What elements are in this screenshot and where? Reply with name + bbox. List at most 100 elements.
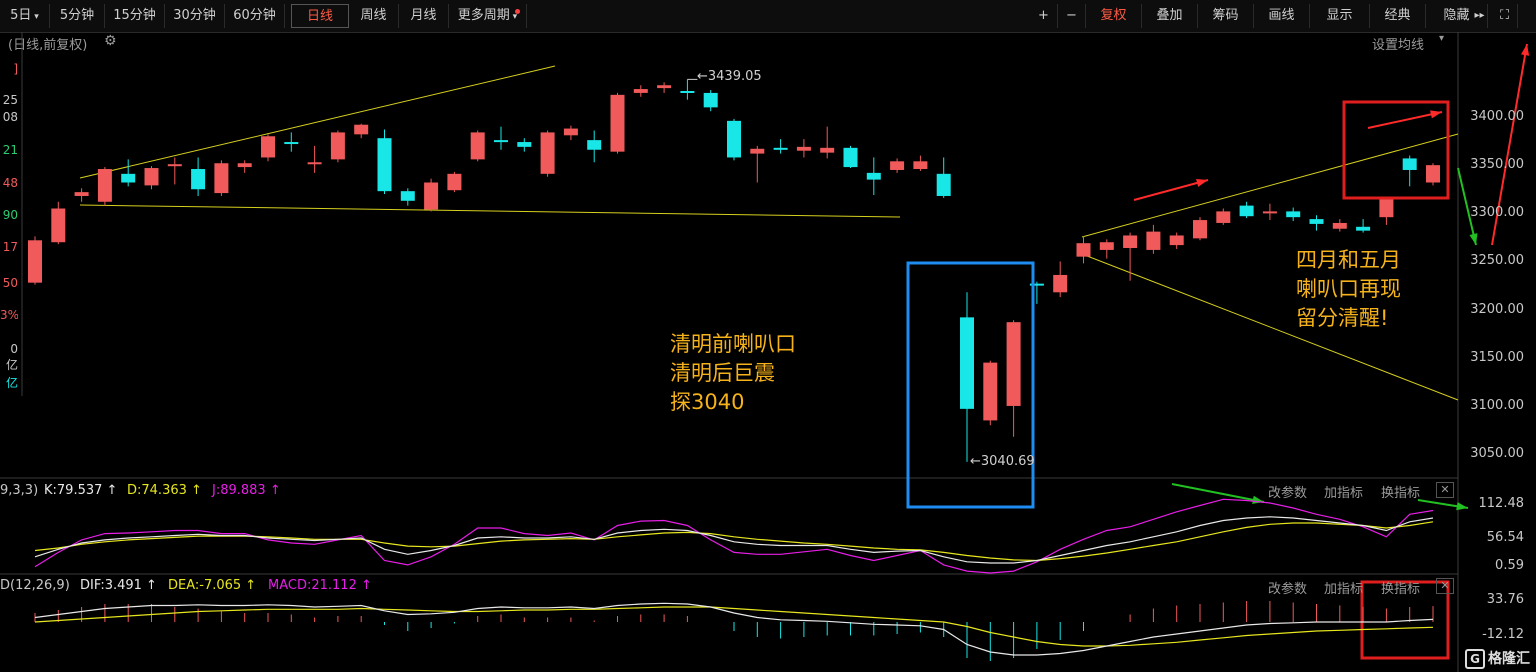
kdj-j: J:89.883 ↑: [212, 483, 281, 498]
candle-body: [1262, 211, 1277, 214]
candle-body: [51, 208, 66, 243]
candle-body: [167, 164, 182, 167]
candle-body: [727, 120, 741, 158]
candle-body: [400, 191, 415, 201]
y-axis-label: 3350.00: [1470, 157, 1524, 173]
kdj-axis-3: 0.59: [1495, 558, 1524, 573]
red-arrow-icon: [1133, 179, 1209, 201]
candle-body: [1402, 158, 1417, 170]
candle-body: [237, 163, 252, 168]
candle-body: [284, 142, 299, 145]
macd-switch-indicator-button[interactable]: 换指标: [1381, 578, 1420, 597]
candle-body: [494, 140, 508, 143]
y-axis-label: 3100.00: [1470, 397, 1524, 413]
kdj-k-line: [34, 516, 1434, 564]
candle-body: [983, 362, 998, 421]
candle-body: [1426, 165, 1440, 183]
candle-body: [913, 161, 928, 170]
candle-body: [517, 142, 532, 147]
candle-body: [936, 173, 951, 196]
candle-body: [1169, 235, 1184, 246]
candle-body: [330, 132, 345, 160]
macd-dif: DIF:3.491 ↑: [80, 578, 157, 593]
candle-body: [1123, 235, 1138, 248]
kdj-title: 9,3,3): [0, 483, 39, 498]
macd-value: MACD:21.112 ↑: [268, 578, 372, 593]
note-left-line-2: 清明后巨震: [670, 361, 775, 385]
red-arrow-icon-head: [1196, 178, 1208, 187]
candle-body: [843, 147, 858, 168]
candle-body: [1332, 222, 1347, 229]
candle-body: [307, 162, 322, 165]
macd-title: D(12,26,9): [0, 578, 70, 593]
candle-body: [1006, 322, 1021, 406]
brand-logo: G 格隆汇: [1465, 648, 1530, 669]
y-axis-label: 3150.00: [1470, 349, 1524, 365]
macd-add-indicator-button[interactable]: 加指标: [1324, 578, 1363, 597]
high-price-label: ←3439.05: [697, 69, 762, 84]
candle-body: [960, 317, 974, 409]
candle-body: [144, 168, 159, 186]
candle-body: [1239, 205, 1254, 217]
kdj-d-line: [34, 521, 1434, 562]
candle-body: [1193, 220, 1207, 239]
candle-body: [97, 169, 112, 202]
note-left-line-1: 清明前喇叭口: [670, 332, 796, 356]
candle-body: [1356, 226, 1371, 231]
kdj-d: D:74.363 ↑: [127, 483, 202, 498]
candle-body: [1216, 211, 1231, 223]
candle-body: [121, 173, 136, 183]
y-axis-label: 3400.00: [1470, 109, 1524, 124]
note-right-line-2: 喇叭口再现: [1296, 277, 1401, 301]
note-left: 清明前喇叭口 清明后巨震 探3040: [670, 330, 796, 417]
red-arrow-icon: [1367, 111, 1443, 129]
note-right-line-1: 四月和五月: [1296, 248, 1401, 272]
y-axis-label: 3050.00: [1470, 446, 1524, 462]
note-right: 四月和五月 喇叭口再现 留分清醒!: [1296, 246, 1401, 333]
candle-body: [74, 192, 89, 196]
y-axis-label: 3200.00: [1470, 301, 1524, 317]
candle-body: [191, 169, 206, 190]
candle-body: [1099, 242, 1114, 250]
candle-body: [703, 92, 718, 108]
candle-body: [866, 172, 881, 180]
red-arrow-icon-head: [1521, 44, 1530, 56]
candle-body: [424, 182, 439, 210]
kdj-switch-indicator-button[interactable]: 换指标: [1381, 482, 1420, 501]
macd-dea: DEA:-7.065 ↑: [168, 578, 257, 593]
macd-axis-2: -12.12: [1482, 627, 1524, 642]
kdj-k: K:79.537 ↑: [44, 483, 118, 498]
candle-body: [1286, 211, 1301, 218]
macd-close-icon[interactable]: ✕: [1436, 578, 1454, 594]
kdj-edit-params-button[interactable]: 改参数: [1268, 482, 1307, 501]
candle-body: [1309, 219, 1324, 224]
kdj-close-icon[interactable]: ✕: [1436, 482, 1454, 498]
candle-body: [1379, 198, 1394, 218]
candle-body: [820, 147, 835, 153]
candle-body: [1146, 231, 1161, 250]
note-right-line-3: 留分清醒!: [1296, 306, 1389, 330]
trend-line-upper-1: [79, 65, 556, 179]
candle-body: [470, 132, 485, 160]
candle-body: [214, 163, 229, 194]
candle-body: [1076, 243, 1091, 257]
candle-body: [28, 240, 42, 283]
candle-body: [354, 124, 369, 135]
candle-body: [447, 173, 462, 191]
trend-line-upper-2: [1081, 133, 1459, 238]
candle-body: [657, 85, 672, 89]
note-left-line-3: 探3040: [670, 390, 745, 414]
candle-body: [587, 140, 602, 150]
candle-body: [773, 147, 788, 150]
candle-body: [890, 161, 905, 170]
kdj-axis-1: 112.48: [1478, 496, 1525, 511]
trend-line-lower-2: [1081, 253, 1459, 401]
kdj-axis-2: 56.54: [1486, 530, 1524, 545]
candle-body: [563, 128, 578, 136]
trend-line-lower-1: [79, 204, 901, 218]
green-arrow-icon: [1171, 483, 1265, 503]
macd-edit-params-button[interactable]: 改参数: [1268, 578, 1307, 597]
candle-body: [750, 148, 765, 154]
kdj-add-indicator-button[interactable]: 加指标: [1324, 482, 1363, 501]
y-axis-label: 3250.00: [1470, 253, 1524, 269]
